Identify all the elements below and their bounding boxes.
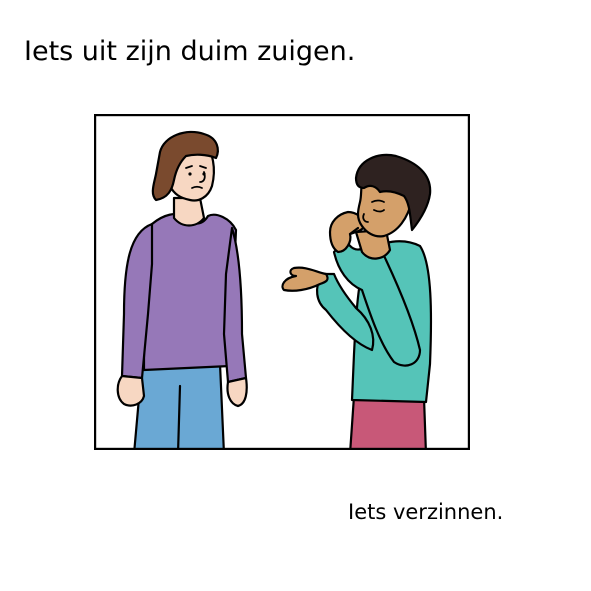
right-fist: [226, 376, 248, 408]
caption-meaning: Iets verzinnen.: [348, 500, 504, 524]
illustration-frame: [94, 114, 470, 450]
pink-pants: [349, 394, 427, 450]
purple-sweater: [142, 213, 238, 372]
page-title: Iets uit zijn duim zuigen.: [24, 36, 356, 67]
left-fist: [116, 374, 146, 407]
